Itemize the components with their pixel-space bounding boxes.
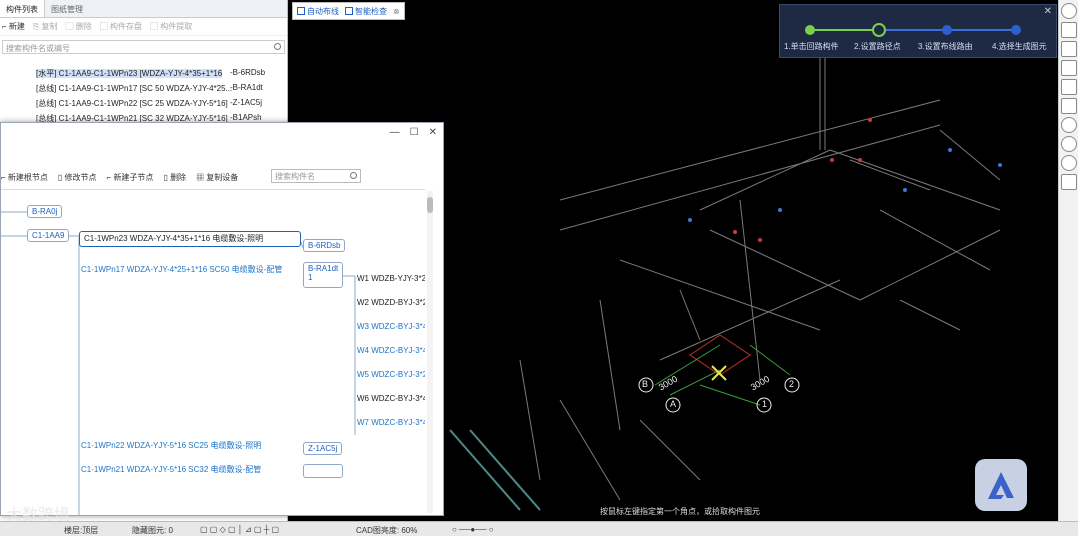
tab-component-list[interactable]: 构件列表 <box>0 0 45 17</box>
viewport-mode-tabs: 自动布线 智能检查 ⊗ <box>292 2 405 20</box>
save-component-button[interactable]: ▢ 构件存盘 <box>100 21 142 32</box>
tree-leaf-w5[interactable]: W5 WDZC-BYJ-3*2 <box>357 370 425 379</box>
check-icon <box>345 7 353 15</box>
axis-label-b: B <box>642 379 649 389</box>
app-logo <box>975 459 1027 511</box>
dialog-scrollbar[interactable] <box>427 191 433 513</box>
tree-node-code-partial[interactable] <box>303 464 343 478</box>
close-icon[interactable]: ⊗ <box>393 7 400 16</box>
logo-mark-icon <box>988 472 1014 499</box>
axis-label-2: 2 <box>789 379 795 389</box>
tree-leaf-w7[interactable]: W7 WDZC-BYJ-3*4 <box>357 418 425 427</box>
view-toolbar <box>1058 0 1078 521</box>
step-2-dot <box>872 23 886 37</box>
pan-icon[interactable] <box>1061 117 1077 133</box>
tab-smart-check[interactable]: 智能检查 <box>345 6 387 17</box>
tab-auto-route[interactable]: 自动布线 <box>297 6 339 17</box>
step-3-label: 3.设置布线路由 <box>918 42 973 51</box>
extract-component-button[interactable]: ▢ 构件提取 <box>150 21 192 32</box>
search-icon <box>274 43 281 50</box>
tree-leaf-w2[interactable]: W2 WDZD-BYJ-3*2 <box>357 298 425 307</box>
instruction-notice: 按鼠标左键指定第一个角点，或拾取构件图元 <box>600 507 760 516</box>
tab-drawing-manage[interactable]: 图纸管理 <box>45 0 89 17</box>
list-item[interactable]: [水平] C1-1AA9-C1-1WPn23 [WDZA-YJY-4*35+1*… <box>36 68 265 79</box>
status-bar: 楼层:顶层 隐藏图元: 0 ▢ ▢ ◇ ▢ │ ⊿ ▢ ┼ ▢ CAD图亮度: … <box>0 521 1078 536</box>
circuit-tree-dialog: — ☐ ✕ ⌐ 新建根节点 ▯ 修改节点 ⌐ 新建子节点 ▯ 删除 ▦ 复制设备… <box>0 122 444 516</box>
axis-label-a: A <box>670 399 677 409</box>
axis-label-1: 1 <box>762 399 768 409</box>
brightness-slider[interactable]: ○ ──●── ○ <box>452 525 494 534</box>
tree-node-b-ra0j[interactable]: B-RA0j <box>27 205 63 218</box>
view-top-icon[interactable] <box>1061 60 1077 76</box>
step-4-label: 4.选择生成图元 <box>992 42 1047 51</box>
step-4-dot <box>1011 25 1021 35</box>
step-3-dot <box>942 25 952 35</box>
steps-track-done <box>810 29 879 31</box>
tree-node-code-z-1ac5j[interactable]: Z-1AC5j <box>303 442 343 455</box>
minimize-icon[interactable]: — <box>390 127 400 138</box>
component-search-input[interactable]: 搜索构件名或编号 <box>2 40 285 54</box>
new-root-node-button[interactable]: ⌐ 新建根节点 <box>1 172 48 183</box>
copy-button[interactable]: ⎘ 复制 <box>33 21 58 32</box>
tree-node-c1-1wpn23[interactable]: C1-1WPn23 WDZA-YJY-4*35+1*16 电缆敷设-照明 <box>79 231 301 247</box>
route-steps-panel: ✕ 1.单击回路构件 2.设置路径点 3.设置布线路由 4.选择生成图元 <box>779 4 1057 58</box>
close-icon[interactable]: ✕ <box>429 127 437 138</box>
dialog-search-input[interactable]: 搜索构件名 <box>271 169 361 183</box>
tree-leaf-w1[interactable]: W1 WDZB-YJY-3*2 <box>357 274 425 283</box>
search-icon <box>350 172 357 179</box>
view-cube-icon[interactable] <box>1061 22 1077 38</box>
close-icon[interactable]: ✕ <box>1044 6 1052 17</box>
hidden-elements-status: 隐藏图元: 0 <box>132 526 173 535</box>
scrollbar-thumb[interactable] <box>427 197 433 213</box>
edit-node-button[interactable]: ▯ 修改节点 <box>58 172 97 183</box>
tree-node-code-b-ra1dt[interactable]: B-RA1dt 1 <box>303 262 344 288</box>
step-1-label: 1.单击回路构件 <box>784 42 839 51</box>
step-1-dot <box>805 25 815 35</box>
maximize-icon[interactable]: ☐ <box>410 127 419 138</box>
tree-node-code-b-6rdsb[interactable]: B-6RDsb <box>303 239 346 252</box>
zoom-extents-icon[interactable] <box>1061 98 1077 114</box>
floor-status: 楼层:顶层 <box>64 526 99 535</box>
snap-toggles[interactable]: ▢ ▢ ◇ ▢ │ ⊿ ▢ ┼ ▢ <box>200 525 279 534</box>
zoom-icon[interactable] <box>1061 136 1077 152</box>
tree-node-c1-1wpn22[interactable]: C1-1WPn22 WDZA-YJY-5*16 SC25 电缆敷设-照明 <box>81 440 261 451</box>
layer-icon[interactable] <box>1061 174 1077 190</box>
tree-leaf-w3[interactable]: W3 WDZC-BYJ-3*4 <box>357 322 425 331</box>
window-controls: — ☐ ✕ <box>390 127 437 138</box>
list-item[interactable]: [总线] C1-1AA9-C1-1WPn17 [SC 50 WDZA-YJY-4… <box>36 83 263 94</box>
tree-leaf-w4[interactable]: W4 WDZC-BYJ-3*4 <box>357 346 425 355</box>
tree-node-c1-1aa9[interactable]: C1-1AA9 <box>27 229 70 242</box>
view-front-icon[interactable] <box>1061 41 1077 57</box>
rotate-icon[interactable] <box>1061 155 1077 171</box>
list-item[interactable]: [总线] C1-1AA9-C1-1WPn22 [SC 25 WDZA-YJY-5… <box>36 98 262 109</box>
copy-device-button[interactable]: ▦ 复制设备 <box>196 172 238 183</box>
delete-node-button[interactable]: ▯ 删除 <box>163 172 186 183</box>
view-side-icon[interactable] <box>1061 79 1077 95</box>
delete-button[interactable]: ▢ 删除 <box>66 21 92 32</box>
dialog-toolbar: ⌐ 新建根节点 ▯ 修改节点 ⌐ 新建子节点 ▯ 删除 ▦ 复制设备 <box>1 169 441 185</box>
left-panel-tabs: 构件列表 图纸管理 <box>0 0 287 18</box>
route-icon <box>297 7 305 15</box>
new-child-node-button[interactable]: ⌐ 新建子节点 <box>107 172 154 183</box>
new-button[interactable]: ⌐ 新建 <box>2 21 25 32</box>
tree-node-c1-1wpn21[interactable]: C1-1WPn21 WDZA-YJY-5*16 SC32 电缆敷设-配管 <box>81 464 261 475</box>
cad-brightness-status: CAD图亮度: 60% <box>356 526 418 535</box>
orbit-icon[interactable] <box>1061 3 1077 19</box>
step-2-label: 2.设置路径点 <box>854 42 901 51</box>
component-toolbar: ⌐ 新建 ⎘ 复制 ▢ 删除 ▢ 构件存盘 ▢ 构件提取 <box>0 18 287 36</box>
tree-leaf-w6[interactable]: W6 WDZC-BYJ-3*4 <box>357 394 425 403</box>
circuit-tree-canvas[interactable]: B-RA0j C1-1AA9 C1-1WPn23 WDZA-YJY-4*35+1… <box>1 189 425 515</box>
tree-node-c1-1wpn17[interactable]: C1-1WPn17 WDZA-YJY-4*25+1*16 SC50 电缆敷设-配… <box>81 264 282 275</box>
